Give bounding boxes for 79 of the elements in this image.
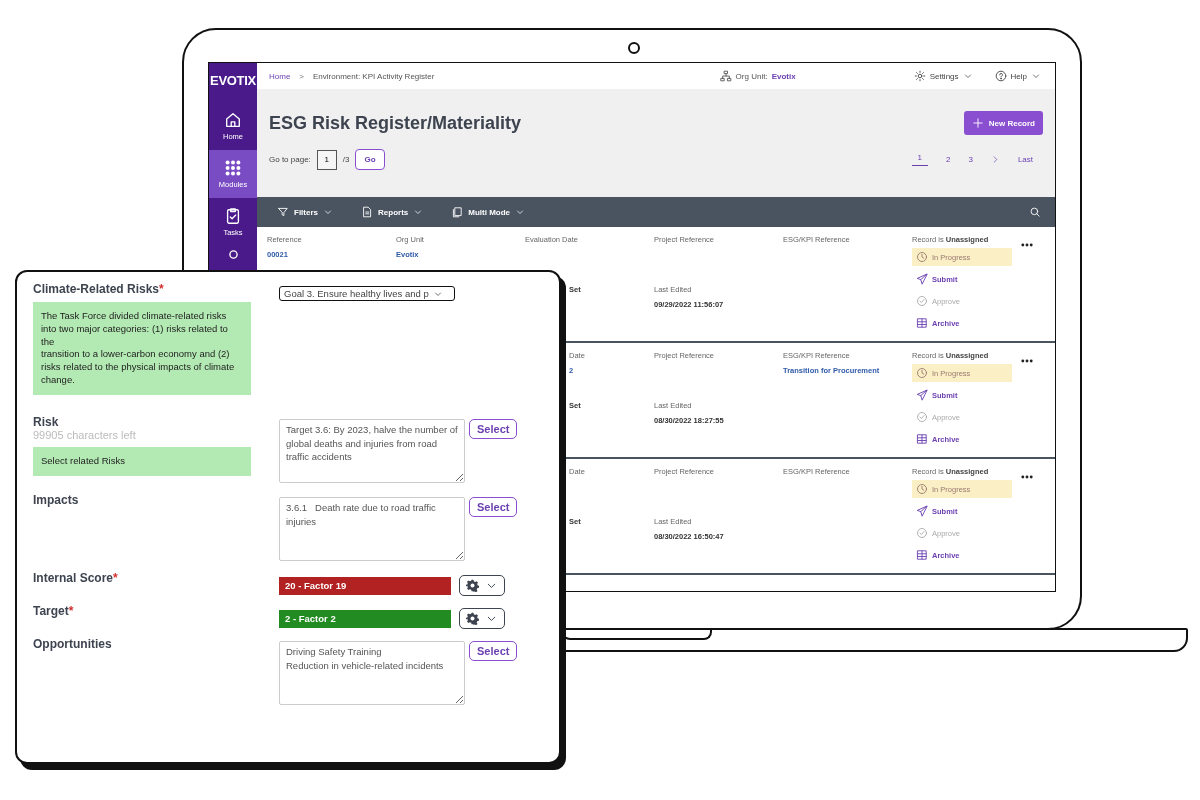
clipboard-check-icon bbox=[224, 207, 242, 225]
toolbar-button[interactable]: Multi Mode bbox=[451, 206, 526, 218]
help-note: Select related Risks bbox=[33, 446, 251, 476]
options-dropdown-button[interactable] bbox=[459, 574, 505, 596]
stacked-pages-icon bbox=[451, 206, 464, 218]
org-unit-label: Org Unit: bbox=[735, 71, 768, 81]
plus-icon bbox=[971, 117, 984, 129]
chevron-down-icon bbox=[323, 207, 333, 217]
chevron-down-icon bbox=[1031, 71, 1041, 81]
settings-icon bbox=[913, 70, 926, 82]
chevron-down-icon bbox=[962, 71, 973, 81]
home-icon bbox=[224, 111, 242, 129]
go-button[interactable]: Go bbox=[355, 149, 385, 170]
breadcrumb-link[interactable]: Home bbox=[269, 71, 291, 81]
required-mark: * bbox=[68, 603, 74, 618]
select-button[interactable]: Select bbox=[469, 496, 518, 517]
breadcrumb-text: Environment: KPI Activity Register bbox=[313, 71, 435, 81]
clock-icon bbox=[916, 367, 928, 379]
clock-icon bbox=[916, 251, 928, 263]
page-total: /3 bbox=[342, 155, 350, 164]
more-icon[interactable] bbox=[1021, 359, 1033, 363]
filter-icon bbox=[277, 206, 289, 218]
go-to-page-label: Go to page: bbox=[269, 155, 311, 164]
page-title: ESG Risk Register/Materiality bbox=[269, 112, 522, 134]
toolbar-button[interactable]: Reports bbox=[361, 206, 424, 218]
logo: EVOTIX bbox=[209, 72, 257, 90]
send-icon bbox=[916, 389, 928, 401]
field-label: Opportunities bbox=[33, 636, 113, 651]
text-area-field[interactable]: 3.6.1 Death rate due to road traffic injuries bbox=[279, 496, 465, 561]
grid-icon bbox=[916, 433, 928, 445]
page-link[interactable]: 2 bbox=[945, 155, 951, 164]
score-field[interactable]: 2 - Factor 2 bbox=[279, 609, 451, 628]
help-icon bbox=[994, 70, 1007, 82]
top-menu-button[interactable]: Settings bbox=[913, 70, 973, 82]
hierarchy-icon bbox=[719, 70, 732, 82]
org-unit-link[interactable]: Evotix bbox=[771, 71, 796, 81]
search-icon[interactable] bbox=[1029, 206, 1041, 218]
check-circle-icon bbox=[916, 527, 928, 539]
field-label: Risk bbox=[33, 414, 60, 429]
more-icon[interactable] bbox=[1021, 243, 1033, 247]
ring-icon bbox=[228, 250, 238, 259]
more-icon[interactable] bbox=[1021, 475, 1033, 479]
breadcrumb-separator: > bbox=[299, 71, 304, 81]
webcam-dot bbox=[628, 42, 640, 54]
options-dropdown-button[interactable] bbox=[459, 607, 505, 629]
chevron-down-icon bbox=[515, 207, 526, 217]
gear-icon bbox=[466, 578, 479, 592]
grid-icon bbox=[916, 317, 928, 329]
document-icon bbox=[361, 206, 373, 218]
new-record-button[interactable]: New Record bbox=[963, 111, 1043, 135]
text-area-field[interactable]: Driving Safety Training Reduction in vehicle-related incidents bbox=[279, 640, 465, 705]
help-note: The Task Force divided climate-related risks into two major categories: (1) risks related to the transition to a lower-carbon economy and (2) risks related to the physical impacts of climate change. bbox=[33, 302, 251, 395]
character-count: 99905 characters left bbox=[33, 428, 137, 441]
required-mark: * bbox=[159, 282, 164, 296]
dropdown-field[interactable]: Goal 3. Ensure healthy lives and p bbox=[279, 286, 455, 301]
last-page-link[interactable]: Last bbox=[1017, 155, 1033, 164]
select-button[interactable]: Select bbox=[469, 640, 518, 661]
chevron-down-icon bbox=[413, 207, 424, 217]
clock-icon bbox=[916, 483, 928, 495]
gear-icon bbox=[466, 611, 479, 625]
field-label: Impacts bbox=[33, 492, 80, 507]
required-mark: * bbox=[113, 570, 118, 585]
page-link[interactable]: 1 bbox=[911, 153, 928, 166]
check-circle-icon bbox=[916, 411, 928, 423]
toolbar-button[interactable]: Filters bbox=[277, 206, 333, 218]
field-label: Target* bbox=[33, 603, 75, 618]
grid-icon bbox=[916, 549, 928, 561]
select-button[interactable]: Select bbox=[469, 418, 518, 439]
send-icon bbox=[916, 505, 928, 517]
grid-dots-icon bbox=[224, 159, 242, 177]
field-label: Internal Score* bbox=[33, 570, 119, 585]
score-field[interactable]: 20 - Factor 19 bbox=[279, 576, 451, 595]
page-number-field[interactable]: 1 bbox=[316, 149, 337, 170]
check-circle-icon bbox=[916, 295, 928, 307]
page-link[interactable]: 3 bbox=[968, 155, 973, 164]
send-icon bbox=[916, 273, 928, 285]
text-area-field[interactable]: Target 3.6: By 2023, halve the number of global deaths and injuries from road traffic accidents bbox=[279, 418, 465, 483]
top-menu-button[interactable]: Help bbox=[994, 70, 1041, 82]
field-label: Climate-Related Risks* bbox=[33, 282, 165, 296]
